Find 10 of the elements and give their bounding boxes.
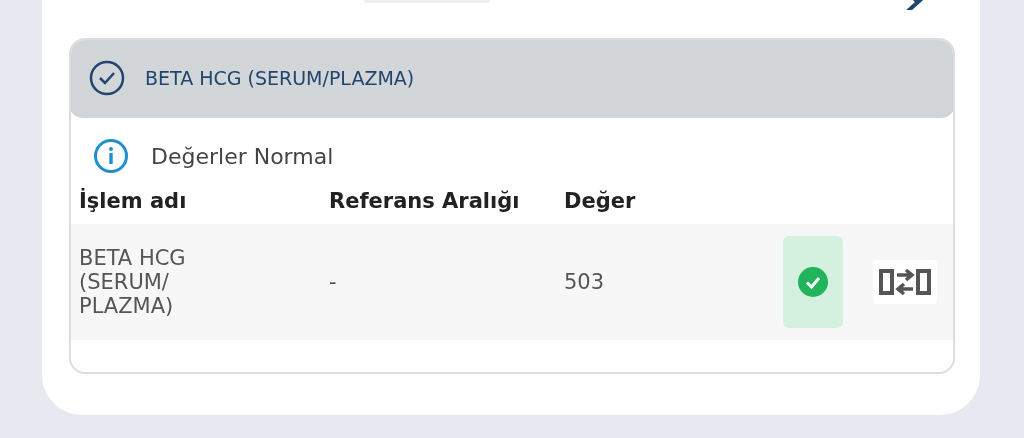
info-text: Değerler Normal xyxy=(151,142,334,171)
compare-button[interactable] xyxy=(873,260,937,304)
table-cell-text: BETA HCG (SERUM/ PLAZMA) xyxy=(79,245,187,319)
test-title: BETA HCG (SERUM/PLAZMA) xyxy=(145,65,415,91)
info-icon xyxy=(93,138,129,174)
column-header: Değer xyxy=(564,188,637,216)
column-header: İşlem adı xyxy=(79,187,188,216)
column-header: Referans Aralığı xyxy=(329,188,521,216)
table-cell-text: - xyxy=(329,269,338,295)
table-cell-text: 503 xyxy=(564,269,606,295)
